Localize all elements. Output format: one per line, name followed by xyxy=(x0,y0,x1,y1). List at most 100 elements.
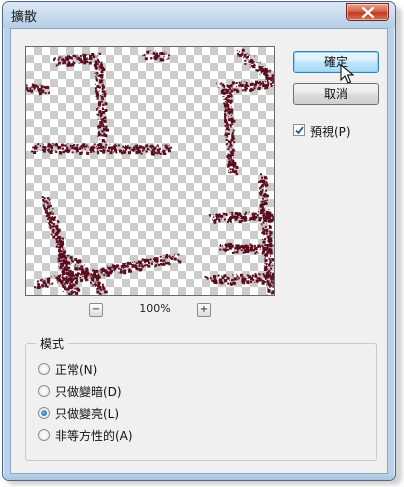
ink-speck xyxy=(273,273,274,277)
ink-speck xyxy=(101,113,103,115)
ink-speck xyxy=(69,293,71,295)
ink-speck xyxy=(36,150,38,152)
ink-speck xyxy=(216,216,219,218)
ink-speck xyxy=(100,115,102,117)
ink-speck xyxy=(213,220,217,224)
ink-speck xyxy=(223,244,225,246)
ink-speck xyxy=(230,147,232,149)
ink-speck xyxy=(96,97,99,100)
ink-speck xyxy=(216,275,218,277)
close-button[interactable] xyxy=(346,3,389,21)
ink-speck xyxy=(261,224,263,225)
ink-speck xyxy=(52,231,55,234)
ink-speck xyxy=(52,235,56,239)
ink-speck xyxy=(154,151,156,153)
ink-speck xyxy=(229,279,231,281)
ink-speck xyxy=(47,143,50,145)
ink-speck xyxy=(31,150,34,153)
ink-speck xyxy=(83,55,86,58)
title-bar[interactable]: 擴散 xyxy=(3,2,395,28)
ink-speck xyxy=(42,149,46,153)
ink-speck xyxy=(139,262,142,265)
ink-speck xyxy=(59,252,61,253)
ink-speck xyxy=(262,238,263,240)
ink-speck xyxy=(104,95,107,98)
ink-speck xyxy=(92,150,95,153)
ink-speck xyxy=(257,182,259,184)
ink-speck xyxy=(65,285,67,287)
ink-speck xyxy=(55,277,57,279)
cancel-button[interactable]: 取消 xyxy=(293,83,379,105)
ink-speck xyxy=(272,216,274,220)
ink-speck xyxy=(228,86,230,88)
zoom-out-button[interactable]: − xyxy=(89,303,103,317)
ink-speck xyxy=(87,144,88,146)
ink-speck xyxy=(269,248,271,250)
ink-speck xyxy=(64,269,67,271)
ink-speck xyxy=(77,288,81,292)
ink-speck xyxy=(96,287,99,290)
radio-anisotropic[interactable] xyxy=(38,429,50,441)
zoom-in-button[interactable]: + xyxy=(197,303,211,317)
filter-preview[interactable] xyxy=(25,46,275,296)
ink-speck xyxy=(221,275,223,277)
ink-speck xyxy=(231,244,234,247)
ink-speck xyxy=(254,67,256,69)
ink-speck xyxy=(75,293,76,295)
ink-speck xyxy=(263,247,265,249)
ink-speck xyxy=(231,211,234,214)
ink-speck xyxy=(158,57,160,59)
ink-speck xyxy=(90,148,93,151)
ink-speck xyxy=(96,109,97,111)
ink-speck xyxy=(269,224,271,226)
preview-checkbox[interactable] xyxy=(293,124,305,136)
ink-speck xyxy=(71,151,74,154)
ink-speck xyxy=(233,157,234,159)
ink-speck xyxy=(68,266,71,269)
ink-speck xyxy=(239,213,242,216)
ink-speck xyxy=(221,84,224,87)
ink-speck xyxy=(73,265,75,267)
ink-speck xyxy=(265,230,268,233)
ink-speck xyxy=(267,84,269,86)
ink-speck xyxy=(268,221,270,223)
ink-speck xyxy=(70,259,73,262)
ink-speck xyxy=(252,249,254,252)
ink-speck xyxy=(101,79,104,82)
radio-darken-only[interactable] xyxy=(38,385,50,397)
ink-speck xyxy=(62,275,64,277)
ink-speck xyxy=(83,264,85,266)
ink-speck xyxy=(93,285,94,287)
ink-speck xyxy=(213,215,215,217)
ink-speck xyxy=(268,263,271,266)
ink-speck xyxy=(245,88,248,91)
ink-speck xyxy=(251,81,253,83)
ink-speck xyxy=(100,61,103,64)
ink-speck xyxy=(96,90,98,91)
ink-speck xyxy=(86,146,87,148)
ink-speck xyxy=(65,277,67,279)
ink-speck xyxy=(228,115,230,117)
ink-speck xyxy=(136,145,137,147)
ink-speck xyxy=(222,245,223,247)
mouse-cursor-icon xyxy=(340,64,354,84)
radio-normal[interactable] xyxy=(38,363,50,375)
ink-speck xyxy=(71,147,74,150)
ink-speck xyxy=(260,222,262,224)
ok-button[interactable]: 確定 xyxy=(293,51,379,73)
ink-speck xyxy=(268,209,270,210)
ink-speck xyxy=(266,75,268,76)
ink-speck xyxy=(46,278,49,281)
ink-speck xyxy=(42,204,45,207)
ink-speck xyxy=(151,262,154,265)
ink-speck xyxy=(163,257,165,259)
ink-speck xyxy=(266,219,267,221)
ink-speck xyxy=(62,259,65,262)
ink-speck xyxy=(153,146,157,150)
ink-speck xyxy=(137,148,140,151)
ink-speck xyxy=(224,279,228,283)
radio-lighten-only[interactable] xyxy=(38,407,50,419)
ink-speck xyxy=(102,285,105,288)
ink-speck xyxy=(49,218,51,219)
ink-speck xyxy=(270,267,272,270)
